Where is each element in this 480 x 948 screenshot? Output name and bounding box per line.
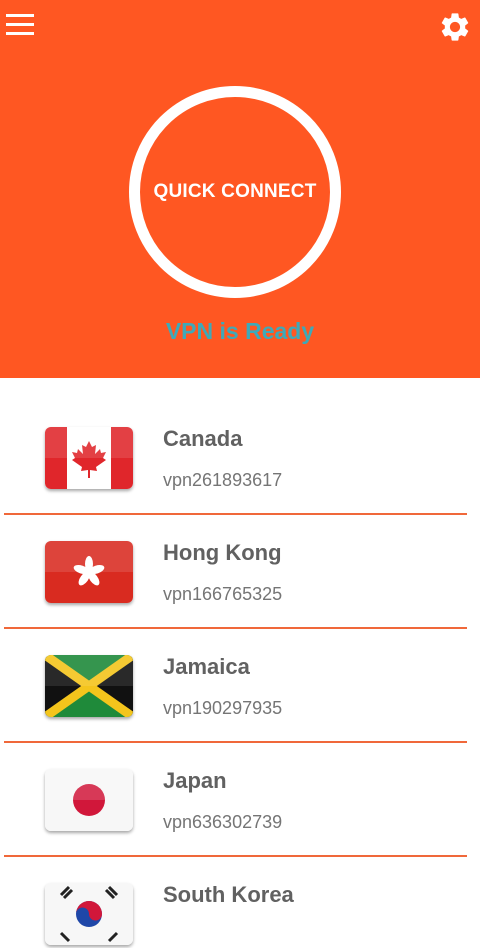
server-item-south-korea[interactable]: South Korea xyxy=(0,834,480,948)
south-korea-flag-icon xyxy=(45,883,133,945)
server-item-hong-kong[interactable]: Hong Kong vpn166765325 xyxy=(0,492,480,629)
hamburger-menu-icon-bar xyxy=(6,32,34,35)
quick-connect-label: QUICK CONNECT xyxy=(153,181,317,202)
server-item-canada[interactable]: Canada vpn261893617 xyxy=(0,378,480,515)
country-name: South Korea xyxy=(163,882,294,907)
quick-connect-button[interactable]: QUICK CONNECT xyxy=(129,86,341,298)
server-id: vpn166765325 xyxy=(163,584,283,604)
japan-flag-icon xyxy=(45,769,133,831)
app-header: QUICK CONNECT VPN is Ready xyxy=(0,0,480,378)
menu-button[interactable] xyxy=(6,14,36,40)
hong-kong-flag-icon xyxy=(45,541,133,603)
vpn-status-text: VPN is Ready xyxy=(165,318,315,344)
server-id: vpn636302739 xyxy=(163,812,283,832)
country-name: Jamaica xyxy=(163,654,250,679)
hamburger-menu-icon-bar xyxy=(6,23,34,26)
country-name: Japan xyxy=(163,768,227,793)
hamburger-menu-icon xyxy=(6,14,34,17)
settings-button[interactable] xyxy=(438,10,472,44)
jamaica-flag-icon xyxy=(45,655,133,717)
country-name: Hong Kong xyxy=(163,540,282,565)
server-id: vpn261893617 xyxy=(163,470,283,490)
server-item-japan[interactable]: Japan vpn636302739 xyxy=(0,720,480,857)
server-item-jamaica[interactable]: Jamaica vpn190297935 xyxy=(0,606,480,743)
gear-icon xyxy=(441,13,469,41)
canada-flag-icon xyxy=(45,427,133,489)
country-name: Canada xyxy=(163,426,243,451)
server-id: vpn190297935 xyxy=(163,698,283,718)
